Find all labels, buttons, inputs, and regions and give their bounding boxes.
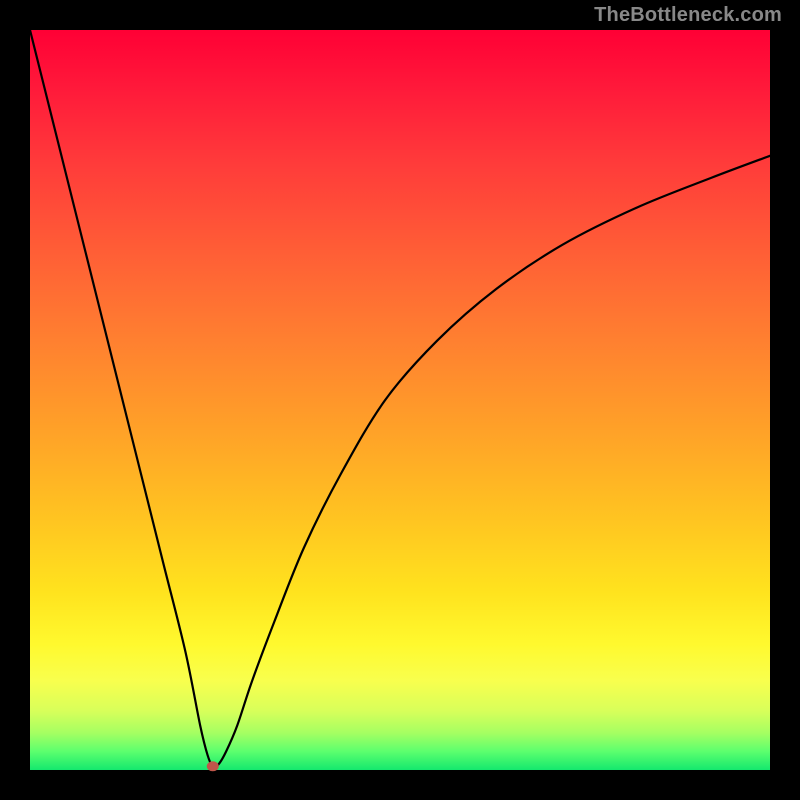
bottleneck-curve (30, 30, 770, 767)
minimum-marker (207, 761, 219, 771)
watermark-text: TheBottleneck.com (594, 4, 782, 27)
chart-frame: TheBottleneck.com (0, 0, 800, 800)
plot-area (30, 30, 770, 770)
bottleneck-curve-svg (30, 30, 770, 770)
